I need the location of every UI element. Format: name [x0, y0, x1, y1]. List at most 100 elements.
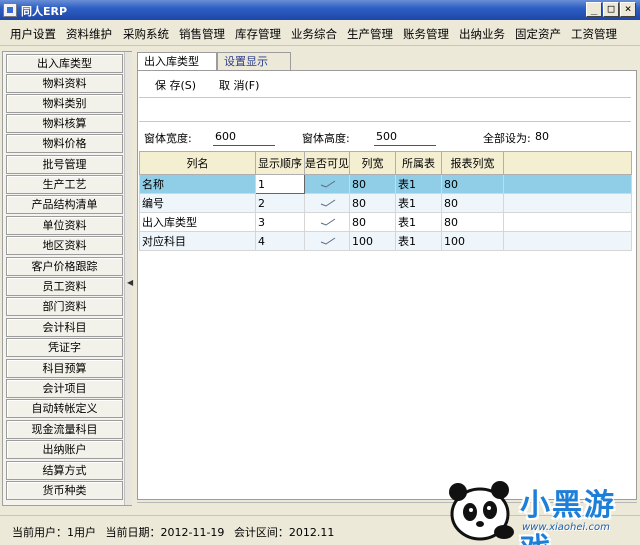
watermark-text: 小黑游戏	[520, 488, 616, 545]
cell-table[interactable]: 表1	[395, 212, 442, 232]
cell-name[interactable]: 名称	[139, 174, 256, 194]
cell-order[interactable]: 1	[255, 174, 305, 194]
status-date: 当前日期：2012-11-19	[105, 526, 225, 539]
cell-width[interactable]: 80	[349, 212, 396, 232]
cell-name[interactable]: 对应科目	[139, 231, 256, 251]
close-button[interactable]: ×	[620, 2, 636, 17]
cell-table[interactable]: 表1	[395, 193, 442, 213]
menu-production[interactable]: 生产管理	[347, 26, 393, 42]
sidebar-item-budget[interactable]: 科目预算	[6, 359, 123, 378]
cell-table[interactable]: 表1	[395, 231, 442, 251]
cancel-button[interactable]: 取 消(F)	[219, 77, 259, 93]
cell-name[interactable]: 出入库类型	[139, 212, 256, 232]
cell-blank	[503, 231, 632, 251]
col-header-order[interactable]: 显示顺序	[255, 151, 305, 175]
toolbar-divider-2	[139, 121, 631, 122]
sidebar-item-io-type[interactable]: 出入库类型	[6, 54, 123, 73]
menu-payroll[interactable]: 工资管理	[571, 26, 617, 42]
sidebar-item-settlement[interactable]: 结算方式	[6, 461, 123, 480]
cell-visible[interactable]	[304, 174, 350, 194]
sidebar-item-employee[interactable]: 员工资料	[6, 277, 123, 296]
set-all-label: 全部设为:	[483, 132, 531, 145]
status-user: 当前用户：1用户	[12, 526, 96, 539]
sidebar-item-cash-account[interactable]: 出纳账户	[6, 440, 123, 459]
table-row[interactable]: 编号 2 80 表1 80	[139, 193, 632, 213]
cell-order[interactable]: 4	[255, 231, 305, 251]
sidebar-item-bom[interactable]: 产品结构清单	[6, 195, 123, 214]
save-button[interactable]: 保 存(S)	[155, 77, 196, 93]
cell-width[interactable]: 80	[349, 174, 396, 194]
sidebar-item-department[interactable]: 部门资料	[6, 297, 123, 316]
cell-visible[interactable]	[304, 231, 350, 251]
height-field[interactable]: 500	[374, 130, 436, 146]
cell-width[interactable]: 80	[349, 193, 396, 213]
cell-report-width[interactable]: 80	[441, 193, 504, 213]
check-icon	[320, 180, 336, 188]
sidebar-item-material-price[interactable]: 物料价格	[6, 134, 123, 153]
cell-report-width[interactable]: 80	[441, 212, 504, 232]
app-icon	[3, 3, 17, 17]
sidebar-item-process[interactable]: 生产工艺	[6, 175, 123, 194]
set-all-value[interactable]: 80	[535, 130, 549, 143]
cell-blank	[503, 212, 632, 232]
col-header-visible[interactable]: 是否可见	[304, 151, 350, 175]
cell-name[interactable]: 编号	[139, 193, 256, 213]
sidebar-item-material[interactable]: 物料资料	[6, 74, 123, 93]
cell-order[interactable]: 2	[255, 193, 305, 213]
sidebar-item-material-costing[interactable]: 物料核算	[6, 114, 123, 133]
settings-content: 保 存(S) 取 消(F) 窗体宽度: 600 窗体高度: 500 全部设为: …	[137, 70, 637, 500]
check-icon	[320, 199, 336, 207]
sidebar-item-auto-transfer[interactable]: 自动转帐定义	[6, 399, 123, 418]
column-settings-grid: 列名 显示顺序 是否可见 列宽 所属表 报表列宽 名称 1 80 表1 80 编…	[139, 151, 632, 251]
menu-accounting[interactable]: 账务管理	[403, 26, 449, 42]
table-row[interactable]: 出入库类型 3 80 表1 80	[139, 212, 632, 232]
tab-display-settings[interactable]: 设置显示	[217, 52, 291, 70]
cell-visible[interactable]	[304, 193, 350, 213]
watermark-logo: 小黑游戏 www.xiaohei.com	[440, 470, 640, 545]
main-panel: 出入库类型 设置显示 保 存(S) 取 消(F) 窗体宽度: 600 窗体高度:…	[137, 51, 637, 506]
menu-bar: 用户设置 资料维护 采购系统 销售管理 库存管理 业务综合 生产管理 账务管理 …	[0, 20, 640, 46]
minimize-button[interactable]: _	[586, 2, 602, 17]
cell-report-width[interactable]: 80	[441, 174, 504, 194]
cell-blank	[503, 174, 632, 194]
tab-io-type[interactable]: 出入库类型	[137, 52, 217, 70]
title-bar: 同人ERP _ □ ×	[0, 0, 640, 20]
sidebar-item-voucher[interactable]: 凭证字	[6, 338, 123, 357]
menu-data-maintenance[interactable]: 资料维护	[66, 26, 112, 42]
menu-sales[interactable]: 销售管理	[179, 26, 225, 42]
collapse-arrow-icon[interactable]: ◀	[127, 278, 133, 287]
menu-inventory[interactable]: 库存管理	[235, 26, 281, 42]
sidebar-item-cashflow[interactable]: 现金流量科目	[6, 420, 123, 439]
cell-table[interactable]: 表1	[395, 174, 442, 194]
check-icon	[320, 237, 336, 245]
menu-purchasing[interactable]: 采购系统	[123, 26, 169, 42]
col-header-width[interactable]: 列宽	[349, 151, 396, 175]
width-label: 窗体宽度:	[144, 132, 192, 145]
cell-width[interactable]: 100	[349, 231, 396, 251]
cell-blank	[503, 193, 632, 213]
menu-business[interactable]: 业务综合	[291, 26, 337, 42]
menu-fixed-assets[interactable]: 固定资产	[515, 26, 561, 42]
col-header-name[interactable]: 列名	[139, 151, 256, 175]
table-row[interactable]: 名称 1 80 表1 80	[139, 174, 632, 194]
cell-visible[interactable]	[304, 212, 350, 232]
sidebar-item-currency[interactable]: 货币种类	[6, 481, 123, 500]
width-field[interactable]: 600	[213, 130, 275, 146]
menu-cashier[interactable]: 出纳业务	[459, 26, 505, 42]
check-icon	[320, 218, 336, 226]
col-header-table[interactable]: 所属表	[395, 151, 442, 175]
table-row[interactable]: 对应科目 4 100 表1 100	[139, 231, 632, 251]
sidebar-item-customer-price[interactable]: 客户价格跟踪	[6, 257, 123, 276]
maximize-button[interactable]: □	[603, 2, 619, 17]
sidebar-item-unit[interactable]: 单位资料	[6, 216, 123, 235]
panda-icon	[449, 481, 514, 541]
sidebar-item-batch[interactable]: 批号管理	[6, 155, 123, 174]
cell-report-width[interactable]: 100	[441, 231, 504, 251]
cell-order[interactable]: 3	[255, 212, 305, 232]
sidebar-item-region[interactable]: 地区资料	[6, 236, 123, 255]
menu-user-settings[interactable]: 用户设置	[10, 26, 56, 42]
sidebar-item-account[interactable]: 会计科目	[6, 318, 123, 337]
sidebar-item-material-category[interactable]: 物料类别	[6, 94, 123, 113]
sidebar-item-project[interactable]: 会计项目	[6, 379, 123, 398]
col-header-report-width[interactable]: 报表列宽	[441, 151, 504, 175]
